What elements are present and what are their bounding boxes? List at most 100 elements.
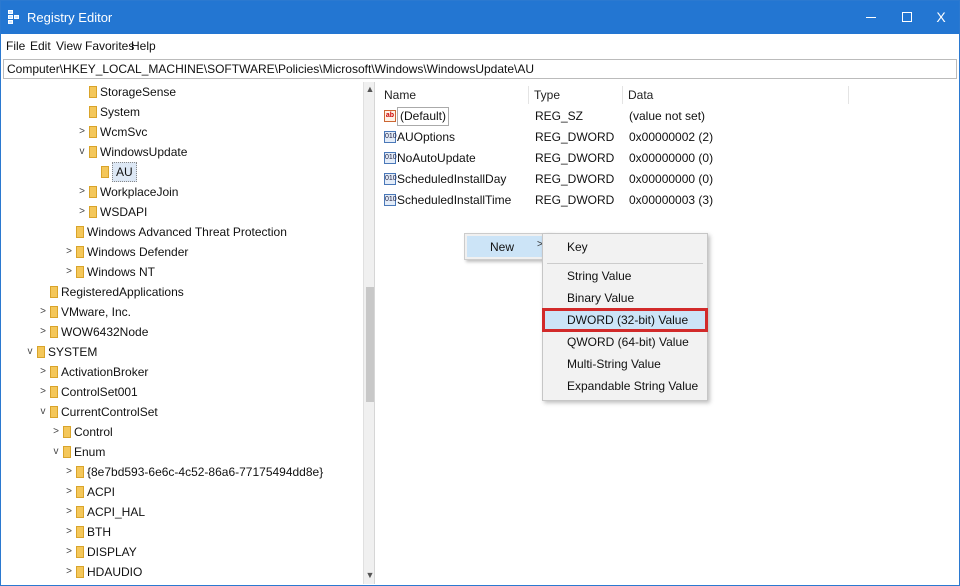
maximize-icon (902, 12, 912, 22)
folder-icon (76, 526, 84, 538)
tree-item[interactable]: > ACPI_HAL (3, 502, 361, 522)
value-row[interactable]: 010 ScheduledInstallDay REG_DWORD 0x0000000… (379, 169, 957, 190)
title-bar[interactable]: Registry Editor X (1, 1, 959, 34)
tree-item[interactable]: v WindowsUpdate (3, 142, 361, 162)
tree-item[interactable]: > Windows Defender (3, 242, 361, 262)
tree-item[interactable]: > ActivationBroker (3, 362, 361, 382)
tree-item[interactable]: > ControlSet001 (3, 382, 361, 402)
value-data: (value not set) (629, 109, 706, 123)
tree-item[interactable]: > BTH (3, 522, 361, 542)
folder-icon (50, 306, 58, 318)
tree-item-label: Windows NT (87, 265, 156, 279)
expand-chevron-icon[interactable]: > (64, 562, 74, 582)
expand-chevron-icon[interactable]: > (64, 462, 74, 482)
tree-item[interactable]: Windows Advanced Threat Protection (3, 222, 361, 242)
tree-item-label: Windows Defender (87, 245, 189, 259)
tree-item-label: {8e7bd593-6e6c-4c52-86a6-77175494dd8e} (87, 465, 324, 479)
value-row[interactable]: 010 NoAutoUpdate REG_DWORD 0x00000000 (0) (379, 148, 957, 169)
tree-item[interactable]: > WorkplaceJoin (3, 182, 361, 202)
maximize-button[interactable] (889, 1, 925, 34)
collapse-chevron-icon[interactable]: v (77, 142, 87, 162)
tree-item[interactable]: > ACPI (3, 482, 361, 502)
menu-edit[interactable]: Edit (30, 39, 51, 53)
folder-icon (76, 546, 84, 558)
expand-chevron-icon[interactable]: > (77, 202, 87, 222)
column-header-data[interactable]: Data (623, 86, 849, 104)
submenu-item-multi-string-value[interactable]: Multi-String Value (543, 353, 707, 375)
tree-item[interactable]: > Windows NT (3, 262, 361, 282)
submenu-item-qword-value[interactable]: QWORD (64-bit) Value (543, 331, 707, 353)
expand-chevron-icon[interactable]: > (64, 502, 74, 522)
folder-icon (50, 366, 58, 378)
value-row[interactable]: 010 ScheduledInstallTime REG_DWORD 0x000000… (379, 190, 957, 211)
tree-item[interactable]: RegisteredApplications (3, 282, 361, 302)
menu-help[interactable]: Help (131, 39, 156, 53)
scroll-down-arrow-icon[interactable]: ▼ (364, 568, 374, 582)
expand-chevron-icon[interactable]: > (77, 182, 87, 202)
tree-item-label: WorkplaceJoin (100, 185, 179, 199)
expand-chevron-icon[interactable]: > (38, 382, 48, 402)
folder-icon (63, 446, 71, 458)
value-row[interactable]: 010 AUOptions REG_DWORD 0x00000002 (2) (379, 127, 957, 148)
tree-item[interactable]: AU (3, 162, 361, 182)
new-submenu: Key String Value Binary Value DWORD (32-… (542, 233, 708, 401)
submenu-item-binary-value[interactable]: Binary Value (543, 287, 707, 309)
tree-item[interactable]: > {8e7bd593-6e6c-4c52-86a6-77175494dd8e} (3, 462, 361, 482)
close-button[interactable]: X (923, 1, 959, 34)
expand-chevron-icon[interactable]: > (64, 242, 74, 262)
folder-icon (89, 106, 97, 118)
tree-item[interactable]: v CurrentControlSet (3, 402, 361, 422)
tree-item-label: Enum (74, 445, 106, 459)
expand-chevron-icon[interactable]: > (51, 422, 61, 442)
tree-item[interactable]: > VMware, Inc. (3, 302, 361, 322)
tree-item[interactable]: v SYSTEM (3, 342, 361, 362)
value-type: REG_SZ (535, 109, 584, 123)
tree-item-label: BTH (87, 525, 111, 539)
tree-item[interactable]: StorageSense (3, 82, 361, 102)
value-data: 0x00000000 (0) (629, 172, 714, 186)
menu-view[interactable]: View (56, 39, 82, 53)
value-name: (Default) (397, 107, 450, 126)
value-row[interactable]: ab (Default) REG_SZ (value not set) (379, 106, 957, 127)
tree-item-label: VMware, Inc. (61, 305, 132, 319)
scroll-up-arrow-icon[interactable]: ▲ (364, 82, 374, 96)
menu-file[interactable]: File (6, 39, 25, 53)
expand-chevron-icon[interactable]: > (38, 322, 48, 342)
expand-chevron-icon[interactable]: > (38, 362, 48, 382)
menu-favorites[interactable]: Favorites (85, 39, 134, 53)
tree-item[interactable]: > HDAUDIO (3, 562, 361, 582)
column-header-name[interactable]: Name (379, 86, 529, 104)
value-type: REG_DWORD (535, 151, 615, 165)
submenu-item-key[interactable]: Key (543, 236, 707, 258)
registry-editor-icon (8, 10, 20, 24)
expand-chevron-icon[interactable]: > (64, 262, 74, 282)
submenu-item-dword-value[interactable]: DWORD (32-bit) Value (542, 308, 708, 332)
submenu-item-string-value[interactable]: String Value (543, 265, 707, 287)
tree-item[interactable]: > DISPLAY (3, 542, 361, 562)
tree-item[interactable]: > WcmSvc (3, 122, 361, 142)
collapse-chevron-icon[interactable]: v (38, 402, 48, 422)
dword-value-icon: 010 (384, 194, 397, 206)
tree-item[interactable]: > WSDAPI (3, 202, 361, 222)
tree-item[interactable]: System (3, 102, 361, 122)
tree-scrollbar[interactable]: ▲ ▼ (363, 82, 374, 584)
collapse-chevron-icon[interactable]: v (25, 342, 35, 362)
expand-chevron-icon[interactable]: > (64, 482, 74, 502)
folder-icon (76, 486, 84, 498)
expand-chevron-icon[interactable]: > (77, 122, 87, 142)
folder-icon (76, 566, 84, 578)
submenu-item-expandable-string-value[interactable]: Expandable String Value (543, 375, 707, 397)
address-bar[interactable]: Computer\HKEY_LOCAL_MACHINE\SOFTWARE\Pol… (3, 59, 957, 79)
minimize-button[interactable] (853, 1, 889, 34)
tree-item[interactable]: v Enum (3, 442, 361, 462)
expand-chevron-icon[interactable]: > (38, 302, 48, 322)
tree-item[interactable]: > Control (3, 422, 361, 442)
expand-chevron-icon[interactable]: > (64, 542, 74, 562)
expand-chevron-icon[interactable]: > (64, 522, 74, 542)
collapse-chevron-icon[interactable]: v (51, 442, 61, 462)
column-header-type[interactable]: Type (529, 86, 623, 104)
key-tree-pane: StorageSense System > WcmSvc v WindowsUpdate A… (3, 82, 375, 584)
scroll-thumb[interactable] (366, 287, 374, 402)
tree-item[interactable]: > WOW6432Node (3, 322, 361, 342)
value-type: REG_DWORD (535, 193, 615, 207)
